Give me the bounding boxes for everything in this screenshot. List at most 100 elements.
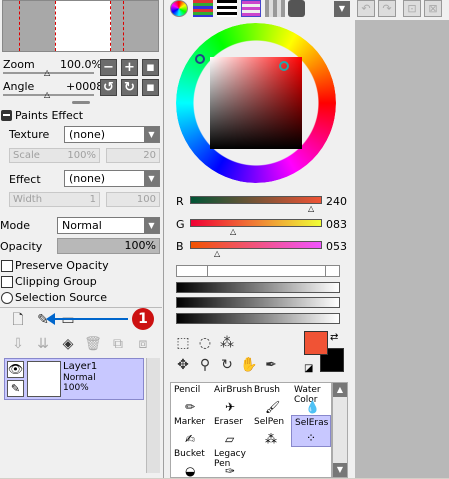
- tool-label: Bucket: [174, 449, 205, 459]
- tool-legacy-pen[interactable]: Legacy Pen ✑: [211, 447, 251, 479]
- brush-lock-icon[interactable]: ✎: [7, 380, 24, 397]
- scale-number: 20: [106, 148, 160, 163]
- hand-icon[interactable]: ✋: [240, 356, 258, 374]
- g-value: 083: [326, 218, 347, 231]
- rotate-left-button[interactable]: ↺: [100, 79, 117, 96]
- clipping-group-label: Clipping Group: [15, 275, 97, 288]
- annotation-arrow: [52, 318, 128, 320]
- deselect-icon[interactable]: ⊡: [403, 0, 421, 17]
- swatch-tab-icon[interactable]: [265, 0, 285, 17]
- undo-icon[interactable]: ↶: [357, 0, 375, 17]
- chevron-down-icon: ▼: [144, 127, 159, 142]
- delete-layer-icon[interactable]: 🗑: [84, 335, 102, 353]
- scale-field: Scale 100%: [9, 148, 100, 163]
- canvas-background[interactable]: [355, 20, 449, 478]
- texture-select[interactable]: (none) ▼: [64, 126, 160, 143]
- clipping-group-checkbox[interactable]: [1, 276, 13, 288]
- b-slider[interactable]: [190, 241, 322, 249]
- annotation-badge: 1: [132, 308, 154, 330]
- zoom-in-button[interactable]: +: [121, 59, 138, 76]
- magic-wand-icon[interactable]: ⁂: [218, 334, 236, 352]
- preserve-opacity-checkbox[interactable]: [1, 260, 13, 272]
- hsv-slider-tab-icon[interactable]: [217, 0, 237, 17]
- tool-seleras[interactable]: SelEras ⁘: [291, 415, 331, 447]
- new-folder-icon[interactable]: ▭: [59, 311, 77, 329]
- color-wheel-tab-icon[interactable]: [170, 0, 188, 17]
- g-label: G: [176, 218, 185, 231]
- layer-opacity: 100%: [63, 383, 89, 393]
- b-thumb[interactable]: △: [214, 249, 220, 258]
- zoom-icon[interactable]: ⚲: [196, 356, 214, 374]
- move-icon[interactable]: ✥: [174, 356, 192, 374]
- value-slider[interactable]: [176, 297, 340, 308]
- chevron-down-icon[interactable]: ▼: [334, 1, 350, 17]
- scratchpad-tab-icon[interactable]: [288, 0, 305, 17]
- layer-scrollbar[interactable]: [146, 358, 160, 473]
- layer-thumbnail: [27, 361, 61, 397]
- tool-label: Marker: [174, 417, 206, 427]
- zoom-reset-button[interactable]: ▪: [142, 59, 159, 76]
- primary-color[interactable]: [304, 331, 328, 355]
- b-label: B: [176, 240, 184, 253]
- saturation-slider[interactable]: [176, 282, 340, 293]
- navigator-preview[interactable]: [2, 0, 159, 52]
- tool-grid: Pencil ✏ AirBrush ✈ Brush 🖌 Water Color 💧 Marker…: [170, 382, 332, 478]
- tool-bucket[interactable]: Bucket ◒: [171, 447, 211, 479]
- zoom-label: Zoom: [3, 58, 35, 71]
- angle-slider-thumb[interactable]: △: [44, 90, 50, 99]
- collapse-icon[interactable]: [1, 110, 12, 121]
- reset-colors-icon[interactable]: ◪: [304, 363, 313, 374]
- tool-brush[interactable]: Brush 🖌: [251, 383, 291, 415]
- merge-down-icon[interactable]: ⇊: [34, 335, 52, 353]
- tool-label: Brush: [254, 385, 280, 395]
- rect-select-icon[interactable]: ⬚: [174, 334, 192, 352]
- chevron-down-icon: ▼: [144, 171, 159, 186]
- hue-ring[interactable]: [176, 23, 336, 183]
- redo-icon[interactable]: ↷: [378, 0, 396, 17]
- mode-select[interactable]: Normal ▼: [57, 217, 160, 234]
- layer-row[interactable]: 👁 ✎ Layer1 Normal 100%: [4, 358, 144, 400]
- alpha-slider[interactable]: [176, 313, 340, 324]
- hue-slider[interactable]: [176, 265, 340, 277]
- opacity-bar[interactable]: 100%: [57, 238, 160, 254]
- effect-select[interactable]: (none) ▼: [64, 170, 160, 187]
- merge-all-icon[interactable]: ⧉: [109, 335, 127, 353]
- tool-eraser[interactable]: Eraser ▱: [211, 415, 251, 447]
- tool-selpen[interactable]: SelPen ⁂: [251, 415, 291, 447]
- copy-layer-icon[interactable]: ⧈: [134, 335, 152, 353]
- tool-airbrush[interactable]: AirBrush ✈: [211, 383, 252, 415]
- navigator-canvas: [55, 1, 111, 51]
- eyedropper-icon[interactable]: ✒: [262, 356, 280, 374]
- rotate-icon[interactable]: ↻: [218, 356, 236, 374]
- texture-label: Texture: [9, 128, 50, 141]
- rotate-reset-button[interactable]: ▪: [142, 79, 159, 96]
- eye-icon[interactable]: 👁: [7, 361, 24, 378]
- r-slider[interactable]: [190, 196, 322, 204]
- legacypen-icon: ✑: [225, 464, 236, 478]
- tool-label: SelEras: [295, 418, 329, 428]
- invert-selection-icon[interactable]: ⊠: [424, 0, 442, 17]
- r-value: 240: [326, 195, 347, 208]
- tool-marker[interactable]: Marker ✍: [171, 415, 211, 447]
- rgb-slider-tab-icon[interactable]: [193, 0, 213, 17]
- g-slider[interactable]: [190, 219, 322, 227]
- new-layer-icon[interactable]: 🗋: [9, 311, 27, 329]
- tool-scrollbar[interactable]: ▲ ▼: [332, 382, 348, 478]
- zoom-out-button[interactable]: −: [100, 59, 117, 76]
- swap-colors-icon[interactable]: ⇄: [330, 332, 338, 343]
- panel-resize-handle[interactable]: [72, 101, 90, 104]
- rotate-right-button[interactable]: ↻: [121, 79, 138, 96]
- r-thumb[interactable]: △: [308, 204, 314, 213]
- color-palette-tab-icon[interactable]: [241, 0, 261, 17]
- tool-pencil[interactable]: Pencil ✏: [171, 383, 211, 415]
- zoom-slider-thumb[interactable]: △: [44, 68, 50, 77]
- bucket-icon: ◒: [185, 464, 196, 478]
- brush-icon: 🖌: [265, 400, 281, 414]
- g-thumb[interactable]: △: [230, 227, 236, 236]
- clear-layer-icon[interactable]: ◈: [59, 335, 77, 353]
- transfer-down-icon[interactable]: ⇩: [9, 335, 27, 353]
- tool-water-color[interactable]: Water Color 💧: [291, 383, 331, 415]
- lasso-icon[interactable]: ◌: [196, 334, 214, 352]
- opacity-label: Opacity: [0, 240, 43, 253]
- selection-source-radio[interactable]: [1, 292, 13, 304]
